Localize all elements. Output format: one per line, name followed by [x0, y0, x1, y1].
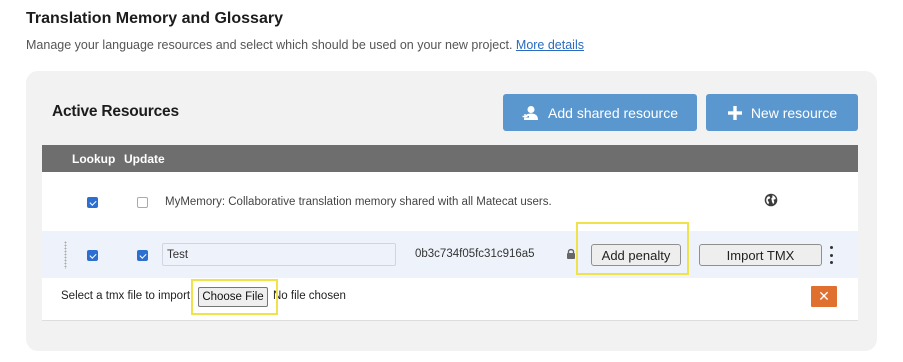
resource-description: MyMemory: Collaborative translation memo…: [165, 196, 552, 208]
kebab-icon[interactable]: [828, 246, 834, 264]
add-shared-resource-label: Add shared resource: [548, 104, 678, 121]
page-subtitle: Manage your language resources and selec…: [26, 38, 584, 52]
new-resource-label: New resource: [750, 104, 838, 121]
highlight-box-choose-file: [191, 279, 278, 315]
update-checkbox[interactable]: [137, 197, 148, 208]
resource-key: 0b3c734f05fc31c916a5: [415, 248, 535, 260]
lookup-header: Lookup: [72, 152, 116, 166]
page-subtitle-text: Manage your language resources and selec…: [26, 38, 513, 52]
add-user-icon: [522, 105, 540, 121]
drag-handle[interactable]: [64, 241, 67, 269]
page-title: Translation Memory and Glossary: [26, 10, 283, 27]
no-file-text: No file chosen: [273, 290, 346, 302]
resource-name-input[interactable]: [162, 243, 396, 266]
add-shared-resource-button[interactable]: Add shared resource: [503, 94, 697, 131]
import-prompt: Select a tmx file to import: [61, 290, 191, 302]
panel-title: Active Resources: [52, 103, 179, 120]
import-tmx-button[interactable]: Import TMX: [699, 244, 822, 266]
update-header: Update: [124, 152, 165, 166]
table-header: Lookup Update: [42, 145, 858, 172]
globe-icon: [764, 193, 778, 212]
more-details-link[interactable]: More details: [516, 38, 584, 52]
lock-icon: [566, 247, 576, 265]
new-resource-button[interactable]: New resource: [706, 94, 858, 131]
lookup-checkbox[interactable]: [87, 250, 98, 261]
close-icon[interactable]: ✕: [811, 286, 837, 307]
plus-icon: [727, 105, 743, 121]
lookup-checkbox[interactable]: [87, 197, 98, 208]
update-checkbox[interactable]: [137, 250, 148, 261]
highlight-box-penalty: [576, 222, 689, 275]
